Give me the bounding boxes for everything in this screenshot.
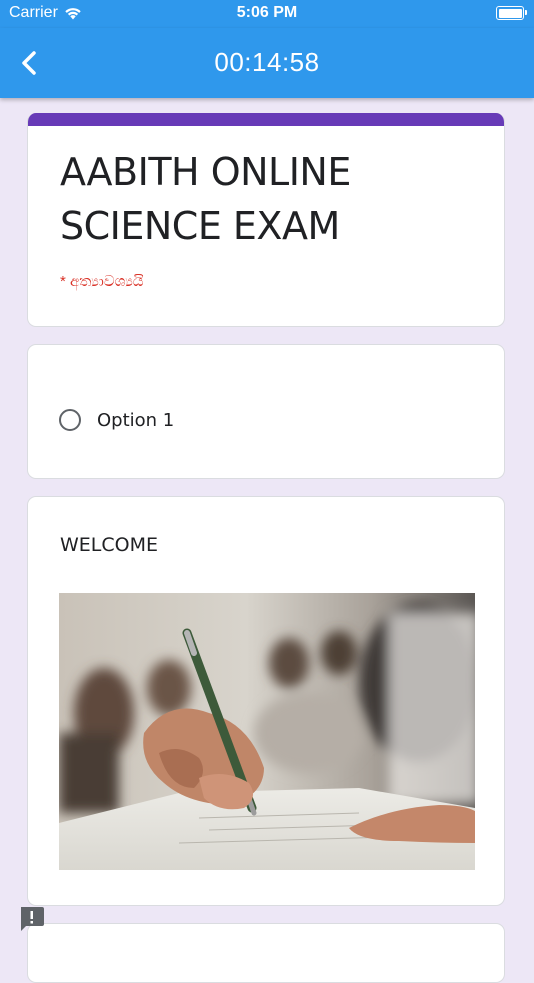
radio-option[interactable]: Option 1 (59, 409, 174, 431)
next-card (27, 923, 505, 983)
report-feedback-icon[interactable] (18, 906, 45, 932)
form-title: AABITH ONLINE SCIENCE EXAM (60, 150, 351, 248)
required-note: * අත්‍යාවශ්‍යයි (60, 273, 144, 290)
exam-timer: 00:14:58 (214, 47, 320, 77)
clock: 5:06 PM (236, 4, 298, 21)
student-writing-exam-photo (59, 593, 475, 870)
battery-icon (496, 6, 527, 20)
welcome-heading: WELCOME (60, 534, 158, 556)
radio-button[interactable] (59, 409, 81, 431)
question-card: Option 1 (27, 344, 505, 479)
app-bar: 00:14:58 (0, 28, 534, 98)
option-label: Option 1 (97, 409, 175, 431)
status-bar: Carrier 5:06 PM (0, 0, 534, 28)
form-header-card: AABITH ONLINE SCIENCE EXAM * අත්‍යාවශ්‍ය… (27, 113, 505, 327)
header-accent-bar (28, 113, 504, 126)
welcome-card: WELCOME (27, 496, 505, 906)
